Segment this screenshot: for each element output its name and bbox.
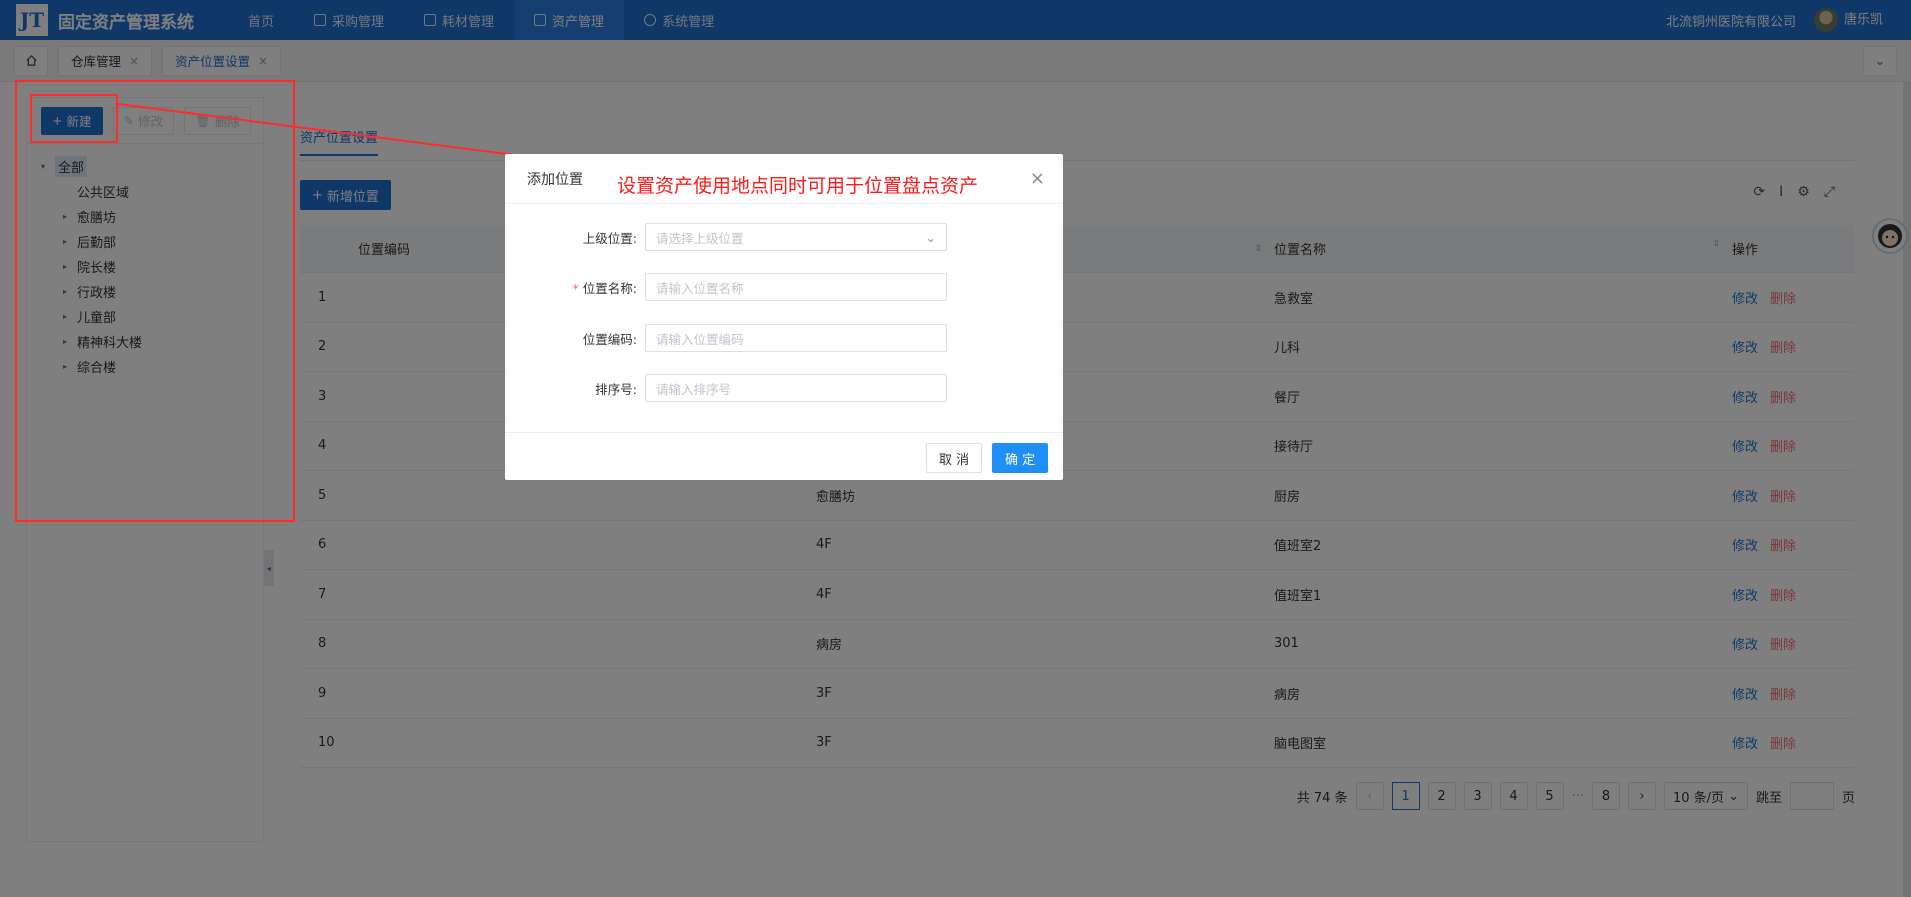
location-name-label-text: 位置名称: <box>582 280 637 296</box>
required-mark: * <box>572 280 579 296</box>
parent-location-select[interactable]: 请选择上级位置 ⌄ <box>645 223 947 251</box>
location-code-input[interactable]: 请输入位置编码 <box>645 324 947 352</box>
sort-order-input[interactable]: 请输入排序号 <box>645 374 947 402</box>
form-row-sort: 排序号: 请输入排序号 <box>505 374 947 402</box>
parent-location-placeholder: 请选择上级位置 <box>656 230 744 246</box>
location-code-label: 位置编码: <box>582 331 637 347</box>
confirm-button[interactable]: 确 定 <box>992 443 1049 473</box>
parent-location-label: 上级位置: <box>582 230 637 246</box>
chevron-down-icon: ⌄ <box>925 229 936 245</box>
add-location-dialog: 添加位置 × 上级位置: 请选择上级位置 ⌄ * 位置名称: 请输入位置名称 位置编… <box>505 154 1063 480</box>
cancel-button[interactable]: 取 消 <box>926 443 983 473</box>
sort-order-label: 排序号: <box>595 381 637 397</box>
annotation-text: 设置资产使用地点同时可用于位置盘点资产 <box>617 175 979 197</box>
annotation-box-new <box>30 94 118 143</box>
dialog-title: 添加位置 <box>527 171 583 188</box>
annotation-box-tree <box>15 80 295 522</box>
dialog-footer-divider <box>505 432 1063 433</box>
form-row-parent: 上级位置: 请选择上级位置 ⌄ <box>505 223 947 251</box>
form-row-code: 位置编码: 请输入位置编码 <box>505 324 947 352</box>
form-row-name: * 位置名称: 请输入位置名称 <box>505 273 947 301</box>
location-name-label: * 位置名称: <box>505 278 645 297</box>
close-icon[interactable]: × <box>1030 168 1045 189</box>
location-name-input[interactable]: 请输入位置名称 <box>645 273 947 301</box>
